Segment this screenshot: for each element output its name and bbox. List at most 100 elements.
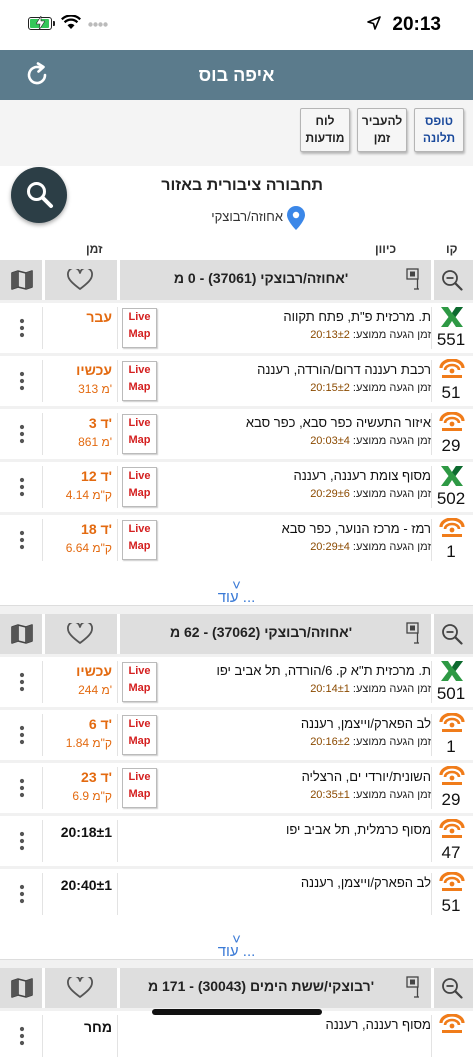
destination: ת. מרכזית פ"ת, פתח תקווה: [283, 309, 431, 324]
arrival-row[interactable]: 6 ד' 1.84 ק"מ Live Map לב הפארק/וייצמן, רעננ…: [0, 710, 473, 760]
app-title: איפה בוס: [198, 65, 275, 85]
more-options-icon[interactable]: [19, 672, 25, 697]
pass-time-button[interactable]: להעביר זמן: [357, 108, 407, 152]
destination: רמז - מרכז הנוער, כפר סבא: [281, 521, 431, 536]
bus-stop-icon: [406, 622, 419, 644]
area-panel: תחבורה ציבורית באזור אחוזה/רבוצקי: [0, 166, 473, 239]
x-icon: [438, 306, 466, 328]
live-map-button[interactable]: Live Map: [122, 414, 157, 454]
arrival-row[interactable]: מחר מסוף רעננה, רעננה: [0, 1011, 473, 1061]
average-arrival-time: 20:14±1: [310, 683, 350, 695]
average-arrival: זמן הגעה ממוצע: 20:29±6: [158, 488, 431, 500]
line-number[interactable]: 502: [430, 489, 472, 509]
complaint-form-button[interactable]: טופס תלונה: [414, 108, 464, 152]
location-arrow-icon: [367, 16, 381, 30]
area-address[interactable]: אחוזה/רבוצקי: [211, 209, 283, 224]
more-options-icon[interactable]: [19, 318, 25, 343]
metropoline-icon: [438, 818, 466, 841]
map-icon[interactable]: [11, 978, 33, 998]
average-arrival: זמן הגעה ממוצע: 20:03±4: [158, 435, 431, 447]
more-options-icon[interactable]: [19, 530, 25, 555]
line-number[interactable]: 1: [430, 542, 472, 562]
line-number[interactable]: 29: [430, 790, 472, 810]
more-options-icon[interactable]: [19, 725, 25, 750]
arrival-row[interactable]: 18 ד' 6.64 ק"מ Live Map רמז - מרכז הנוער, כפ…: [0, 515, 473, 565]
stop-header: אחוזה/רבוצקי (37062) - 62 מ': [0, 614, 473, 654]
line-number[interactable]: 47: [430, 843, 472, 863]
more-options-icon[interactable]: [19, 831, 25, 856]
eta-value: 18 ד': [81, 521, 112, 537]
map-icon[interactable]: [11, 624, 33, 644]
more-options-icon[interactable]: [19, 778, 25, 803]
line-number[interactable]: 51: [430, 896, 472, 916]
zoom-icon[interactable]: [441, 623, 463, 645]
more-options-icon[interactable]: [19, 884, 25, 909]
destination: רכבת רעננה דרום/הורדה, רעננה: [257, 362, 431, 377]
metropoline-icon: [438, 712, 466, 735]
destination: מסוף כרמלית, תל אביב יפו: [285, 822, 431, 837]
heart-icon[interactable]: [67, 269, 93, 291]
metropoline-icon: [438, 871, 466, 894]
arrival-row[interactable]: 20:40±1 לב הפארק/וייצמן, רעננה 51: [0, 869, 473, 919]
destination: השונית/יורדי ים, הרצליה: [301, 769, 431, 784]
average-arrival-label: זמן הגעה ממוצע:: [349, 541, 431, 553]
average-arrival: זמן הגעה ממוצע: 20:16±2: [158, 736, 431, 748]
search-button[interactable]: [11, 167, 67, 223]
average-arrival: זמן הגעה ממוצע: 20:29±4: [158, 541, 431, 553]
more-options-icon[interactable]: [19, 477, 25, 502]
arrival-row[interactable]: 20:18±1 מסוף כרמלית, תל אביב יפו 47: [0, 816, 473, 866]
more-options-icon[interactable]: [19, 424, 25, 449]
live-map-button[interactable]: Live Map: [122, 715, 157, 755]
stop-title: אחוזה/רבוצקי (37061) - 0 מ': [173, 270, 349, 286]
destination: ת. מרכזית ת"א ק. 6/הורדה, תל אביב יפו: [216, 663, 431, 678]
battery-icon: [28, 16, 52, 30]
arrival-row[interactable]: 12 ד' 4.14 ק"מ Live Map מסוף צומת רעננה, רענ…: [0, 462, 473, 512]
eta-value: 20:40±1: [60, 877, 112, 893]
average-arrival-label: זמן הגעה ממוצע:: [349, 683, 431, 695]
metropoline-icon: [438, 517, 466, 540]
average-arrival: זמן הגעה ממוצע: 20:14±1: [158, 683, 431, 695]
heart-icon[interactable]: [67, 977, 93, 999]
live-map-button[interactable]: Live Map: [122, 361, 157, 401]
location-pin-icon: [287, 206, 305, 230]
average-arrival-label: זמן הגעה ממוצע:: [349, 789, 431, 801]
live-map-button[interactable]: Live Map: [122, 662, 157, 702]
zoom-icon[interactable]: [441, 269, 463, 291]
average-arrival-label: זמן הגעה ממוצע:: [349, 329, 431, 341]
live-map-button[interactable]: Live Map: [122, 308, 157, 348]
line-number[interactable]: 551: [430, 330, 472, 350]
stop-header: אחוזה/רבוצקי (37061) - 0 מ': [0, 260, 473, 300]
status-time: 20:13: [392, 14, 441, 35]
column-time: זמן: [86, 242, 103, 256]
live-map-button[interactable]: Live Map: [122, 520, 157, 560]
line-number[interactable]: 501: [430, 684, 472, 704]
bus-stop-icon: [406, 268, 419, 290]
live-map-button[interactable]: Live Map: [122, 768, 157, 808]
arrival-row[interactable]: עבר Live Map ת. מרכזית פ"ת, פתח תקווה זמן הג…: [0, 303, 473, 353]
show-more-button[interactable]: ˅ עוד ...: [0, 919, 473, 960]
show-more-label: ˅ עוד ...: [217, 931, 256, 960]
stop-title: אחוזה/רבוצקי (37062) - 62 מ': [169, 624, 353, 640]
arrival-row[interactable]: 3 ד' 861 מ' Live Map איזור התעשיה כפר סבא, כ…: [0, 409, 473, 459]
status-bar: 20:13: [0, 0, 473, 50]
map-icon[interactable]: [11, 270, 33, 290]
live-map-button[interactable]: Live Map: [122, 467, 157, 507]
more-options-icon[interactable]: [19, 371, 25, 396]
more-options-icon[interactable]: [19, 1026, 25, 1051]
line-number[interactable]: 29: [430, 436, 472, 456]
arrival-row[interactable]: עכשיו 313 מ' Live Map רכבת רעננה דרום/הורדה,…: [0, 356, 473, 406]
zoom-icon[interactable]: [441, 977, 463, 999]
line-number[interactable]: 51: [430, 383, 472, 403]
eta-value: 12 ד': [81, 468, 112, 484]
average-arrival-label: זמן הגעה ממוצע:: [349, 435, 431, 447]
column-line: קו: [446, 242, 458, 256]
average-arrival-time: 20:29±4: [310, 541, 350, 553]
show-more-button[interactable]: ˅ עוד ...: [0, 565, 473, 606]
bus-distance: 244 מ': [78, 683, 112, 697]
arrival-row[interactable]: עכשיו 244 מ' Live Map ת. מרכזית ת"א ק. 6/הור…: [0, 657, 473, 707]
line-number[interactable]: 1: [430, 737, 472, 757]
notice-board-button[interactable]: לוח מודעות: [300, 108, 350, 152]
eta-value: 6 ד': [88, 716, 112, 732]
arrival-row[interactable]: 23 ד' 6.9 ק"מ Live Map השונית/יורדי ים, הרצל…: [0, 763, 473, 813]
heart-icon[interactable]: [67, 623, 93, 645]
